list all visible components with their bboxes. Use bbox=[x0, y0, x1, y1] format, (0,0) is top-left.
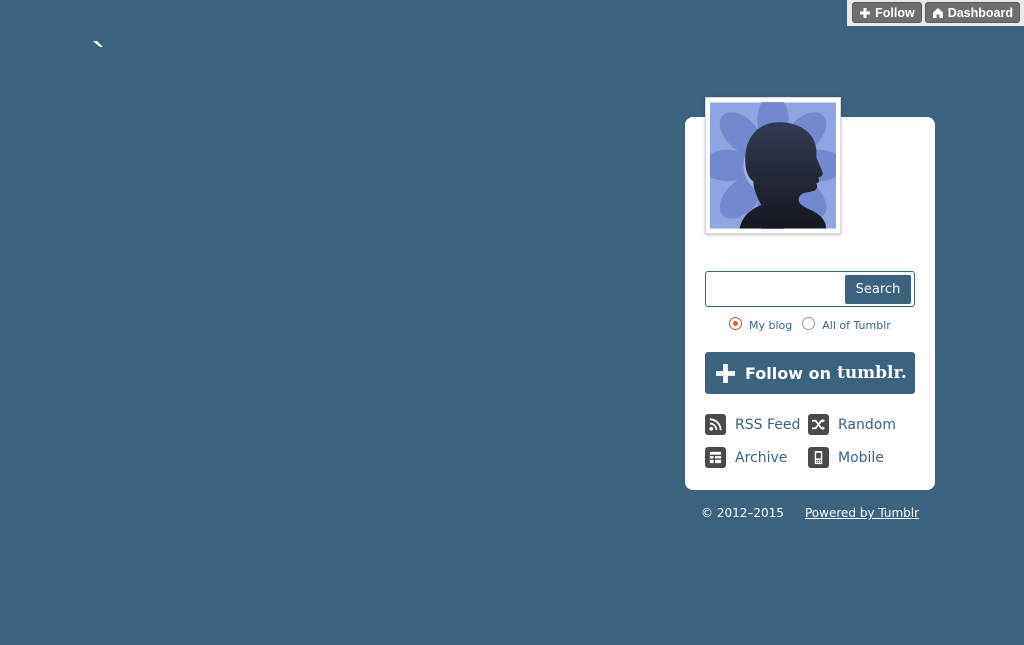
search-form: Search bbox=[705, 271, 915, 307]
search-button[interactable]: Search bbox=[845, 275, 911, 304]
plus-icon bbox=[860, 7, 871, 18]
default-avatar-image bbox=[710, 102, 836, 229]
archive-label: Archive bbox=[735, 449, 788, 466]
follow-on-label: Follow on bbox=[745, 363, 831, 383]
rss-feed-link[interactable]: RSS Feed bbox=[705, 414, 800, 435]
top-controls: Follow Dashboard bbox=[847, 0, 1024, 26]
plus-icon bbox=[716, 363, 735, 383]
random-link[interactable]: Random bbox=[808, 414, 896, 435]
page: Follow Dashboard Search My blog All of T… bbox=[0, 0, 1024, 645]
mobile-link[interactable]: Mobile bbox=[808, 447, 884, 468]
mobile-label: Mobile bbox=[838, 449, 884, 466]
dashboard-button-label: Dashboard bbox=[947, 5, 1013, 20]
home-icon bbox=[932, 7, 943, 18]
shuffle-icon bbox=[808, 414, 829, 435]
follow-button[interactable]: Follow bbox=[852, 2, 922, 23]
rss-icon bbox=[705, 414, 726, 435]
search-input[interactable] bbox=[709, 275, 845, 303]
powered-by-tumblr-link[interactable]: Powered by Tumblr bbox=[805, 506, 919, 520]
archive-icon bbox=[705, 447, 726, 468]
avatar[interactable] bbox=[705, 97, 841, 234]
decorative-mark bbox=[93, 41, 103, 47]
radio-all-of-tumblr-label[interactable]: All of Tumblr bbox=[822, 319, 891, 332]
mobile-icon bbox=[808, 447, 829, 468]
dashboard-button[interactable]: Dashboard bbox=[924, 2, 1020, 23]
tumblr-wordmark: tumblr. bbox=[836, 363, 907, 383]
random-label: Random bbox=[838, 416, 896, 433]
follow-button-label: Follow bbox=[875, 5, 915, 20]
radio-all-of-tumblr[interactable] bbox=[802, 317, 816, 330]
rss-feed-label: RSS Feed bbox=[735, 416, 801, 433]
radio-my-blog[interactable] bbox=[729, 317, 742, 330]
search-scope: My blog All of Tumblr bbox=[729, 315, 891, 332]
follow-on-tumblr-button[interactable]: Follow on tumblr. bbox=[705, 352, 915, 394]
archive-link[interactable]: Archive bbox=[705, 447, 787, 468]
copyright-text: © 2012–2015 bbox=[701, 506, 784, 520]
radio-my-blog-label[interactable]: My blog bbox=[749, 319, 792, 332]
